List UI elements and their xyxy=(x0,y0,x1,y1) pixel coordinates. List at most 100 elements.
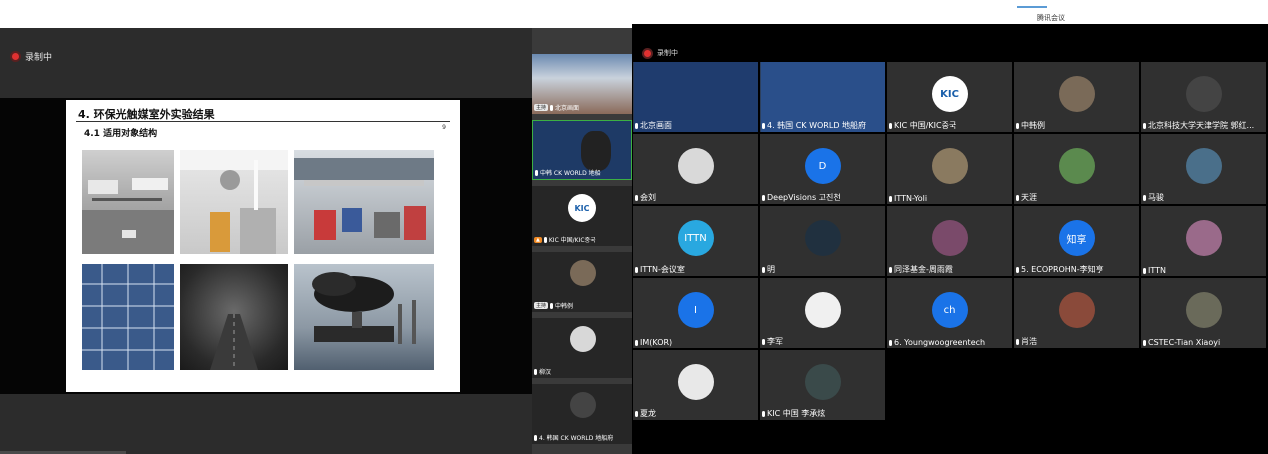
participant-tile[interactable]: 肖浩 xyxy=(1014,278,1139,348)
participant-tile[interactable]: ch 6. Youngwoogreentech xyxy=(887,278,1012,348)
avatar xyxy=(677,364,714,400)
participant-label: ITTN xyxy=(1143,266,1166,275)
mic-icon xyxy=(1016,122,1019,129)
participant-tile[interactable]: CSTEC-Tian Xiaoyi xyxy=(1141,278,1266,348)
participant-tile[interactable]: 夏龙 xyxy=(633,350,758,420)
participant-label: 5. ECOPROHN-李知亨 xyxy=(1016,264,1104,275)
participant-label: KIC 中国/KIC중국 xyxy=(889,120,956,131)
tunnel-photo xyxy=(180,264,288,370)
participant-tile[interactable]: 知享 5. ECOPROHN-李知亨 xyxy=(1014,206,1139,276)
participant-tile[interactable]: 北京画面 xyxy=(633,62,758,132)
participant-tile[interactable]: ITTN ITTN-会议室 xyxy=(633,206,758,276)
participant-label: 同泽基金-周雨霞 xyxy=(889,264,953,275)
avatar xyxy=(1185,76,1222,112)
mic-icon xyxy=(1143,267,1146,274)
avatar: ITTN xyxy=(677,220,714,256)
mic-icon xyxy=(1143,122,1146,129)
avatar: D xyxy=(804,148,841,184)
avatar xyxy=(931,148,968,184)
participant-tile[interactable]: ITTN xyxy=(1141,206,1266,276)
recording-label: 录制中 xyxy=(25,53,53,63)
participant-label: 马骏 xyxy=(1143,192,1164,203)
participant-tile[interactable]: I IM(KOR) xyxy=(633,278,758,348)
participant-tile[interactable]: 4. 韩国 CK WORLD 地船府 xyxy=(760,62,885,132)
avatar xyxy=(931,220,968,256)
avatar: 知享 xyxy=(1058,220,1095,256)
mic-icon xyxy=(1143,194,1146,201)
avatar xyxy=(570,260,596,286)
mic-icon xyxy=(1016,338,1019,345)
mic-icon xyxy=(534,368,537,375)
participant-tile[interactable]: 会刘 xyxy=(633,134,758,204)
participant-tile[interactable]: KIC 中国 李承炫 xyxy=(760,350,885,420)
participant-tile[interactable]: KIC KIC 中国/KIC중국 xyxy=(887,62,1012,132)
strip-tile[interactable]: 主持 北京画面 xyxy=(532,54,632,114)
strip-tile[interactable]: 主持 中韩例 xyxy=(532,252,632,312)
participant-tile[interactable]: D DeepVisions 고진천 xyxy=(760,134,885,204)
participant-label: 中韩例 xyxy=(1016,120,1045,131)
avatar xyxy=(1185,220,1222,256)
mic-icon xyxy=(1016,194,1019,201)
slide-page-number: 9 xyxy=(442,124,446,131)
participant-label: KIC 中国 李承炫 xyxy=(762,408,825,419)
mic-icon xyxy=(550,104,554,111)
avatar xyxy=(804,292,841,328)
participant-tile[interactable]: 中韩例 xyxy=(1014,62,1139,132)
participant-tile[interactable]: 明 xyxy=(760,206,885,276)
participant-tile[interactable]: 天涯 xyxy=(1014,134,1139,204)
avatar xyxy=(1058,292,1095,328)
participant-label: ITTN-Yoli xyxy=(889,194,927,203)
office-photo xyxy=(82,150,174,254)
participant-label: 会刘 xyxy=(635,192,656,203)
mic-icon xyxy=(889,339,892,346)
participant-tile[interactable]: 马骏 xyxy=(1141,134,1266,204)
strip-tile[interactable]: KIC ▲ KIC 中国/KIC중국 xyxy=(532,186,632,246)
slide-stage: 4. 环保光触媒室外实验结果 4.1 适用对象结构 9 xyxy=(0,98,532,394)
participant-label: CSTEC-Tian Xiaoyi xyxy=(1143,338,1220,347)
avatar xyxy=(804,220,841,256)
participant-tile[interactable]: 李军 xyxy=(760,278,885,348)
participant-tile[interactable]: ITTN-Yoli xyxy=(887,134,1012,204)
meeting-title: 腾讯会议 xyxy=(1037,14,1065,22)
avatar xyxy=(570,392,596,418)
mic-icon xyxy=(889,195,892,202)
participant-tile[interactable]: 北京科技大学天津学院 郭红... xyxy=(1141,62,1266,132)
avatar xyxy=(1058,148,1095,184)
strip-tile[interactable]: 中韩 CK WORLD 地船 xyxy=(532,120,632,180)
strip-tile[interactable]: 4. 韩国 CK WORLD 地船府 xyxy=(532,384,632,444)
port-trucks-photo xyxy=(294,150,434,254)
participant-label: 李军 xyxy=(762,336,783,347)
mic-icon xyxy=(635,122,638,129)
mic-icon xyxy=(635,339,638,346)
mic-icon xyxy=(635,266,638,273)
participant-label: 肖浩 xyxy=(1016,336,1037,347)
strip-tile-label: 4. 韩国 CK WORLD 地船府 xyxy=(534,433,613,442)
avatar xyxy=(1185,148,1222,184)
mic-icon xyxy=(535,169,538,176)
mic-icon xyxy=(635,194,638,201)
mic-icon xyxy=(762,266,765,273)
slide-subtitle: 4.1 适用对象结构 xyxy=(84,129,158,139)
strip-tile[interactable]: 柳汉 xyxy=(532,318,632,378)
avatar xyxy=(1185,292,1222,328)
mic-icon xyxy=(543,236,547,243)
strip-tile-label: 主持 中韩例 xyxy=(534,302,574,310)
participant-label: 北京科技大学天津学院 郭红... xyxy=(1143,120,1254,131)
participant-label: 明 xyxy=(762,264,775,275)
ceiling-lamp-photo xyxy=(180,150,288,254)
strip-tile-label: 主持 北京画面 xyxy=(534,104,580,112)
mic-icon xyxy=(762,122,765,129)
participant-tile[interactable]: 同泽基金-周雨霞 xyxy=(887,206,1012,276)
mic-icon xyxy=(762,410,765,417)
participant-label: 天涯 xyxy=(1016,192,1037,203)
avatar: I xyxy=(677,292,714,328)
presentation-slide: 4. 环保光触媒室外实验结果 4.1 适用对象结构 9 xyxy=(66,100,460,392)
avatar xyxy=(677,148,714,184)
record-icon xyxy=(12,53,19,60)
avatar xyxy=(804,364,841,400)
mic-icon xyxy=(762,194,765,201)
recording-indicator: 录制中 xyxy=(644,48,678,58)
record-icon xyxy=(644,49,651,57)
participant-strip[interactable]: 主持 北京画面 中韩 CK WORLD 地船 KIC ▲ KIC 中国/KIC중국 … xyxy=(532,28,632,454)
mic-icon xyxy=(889,122,892,129)
